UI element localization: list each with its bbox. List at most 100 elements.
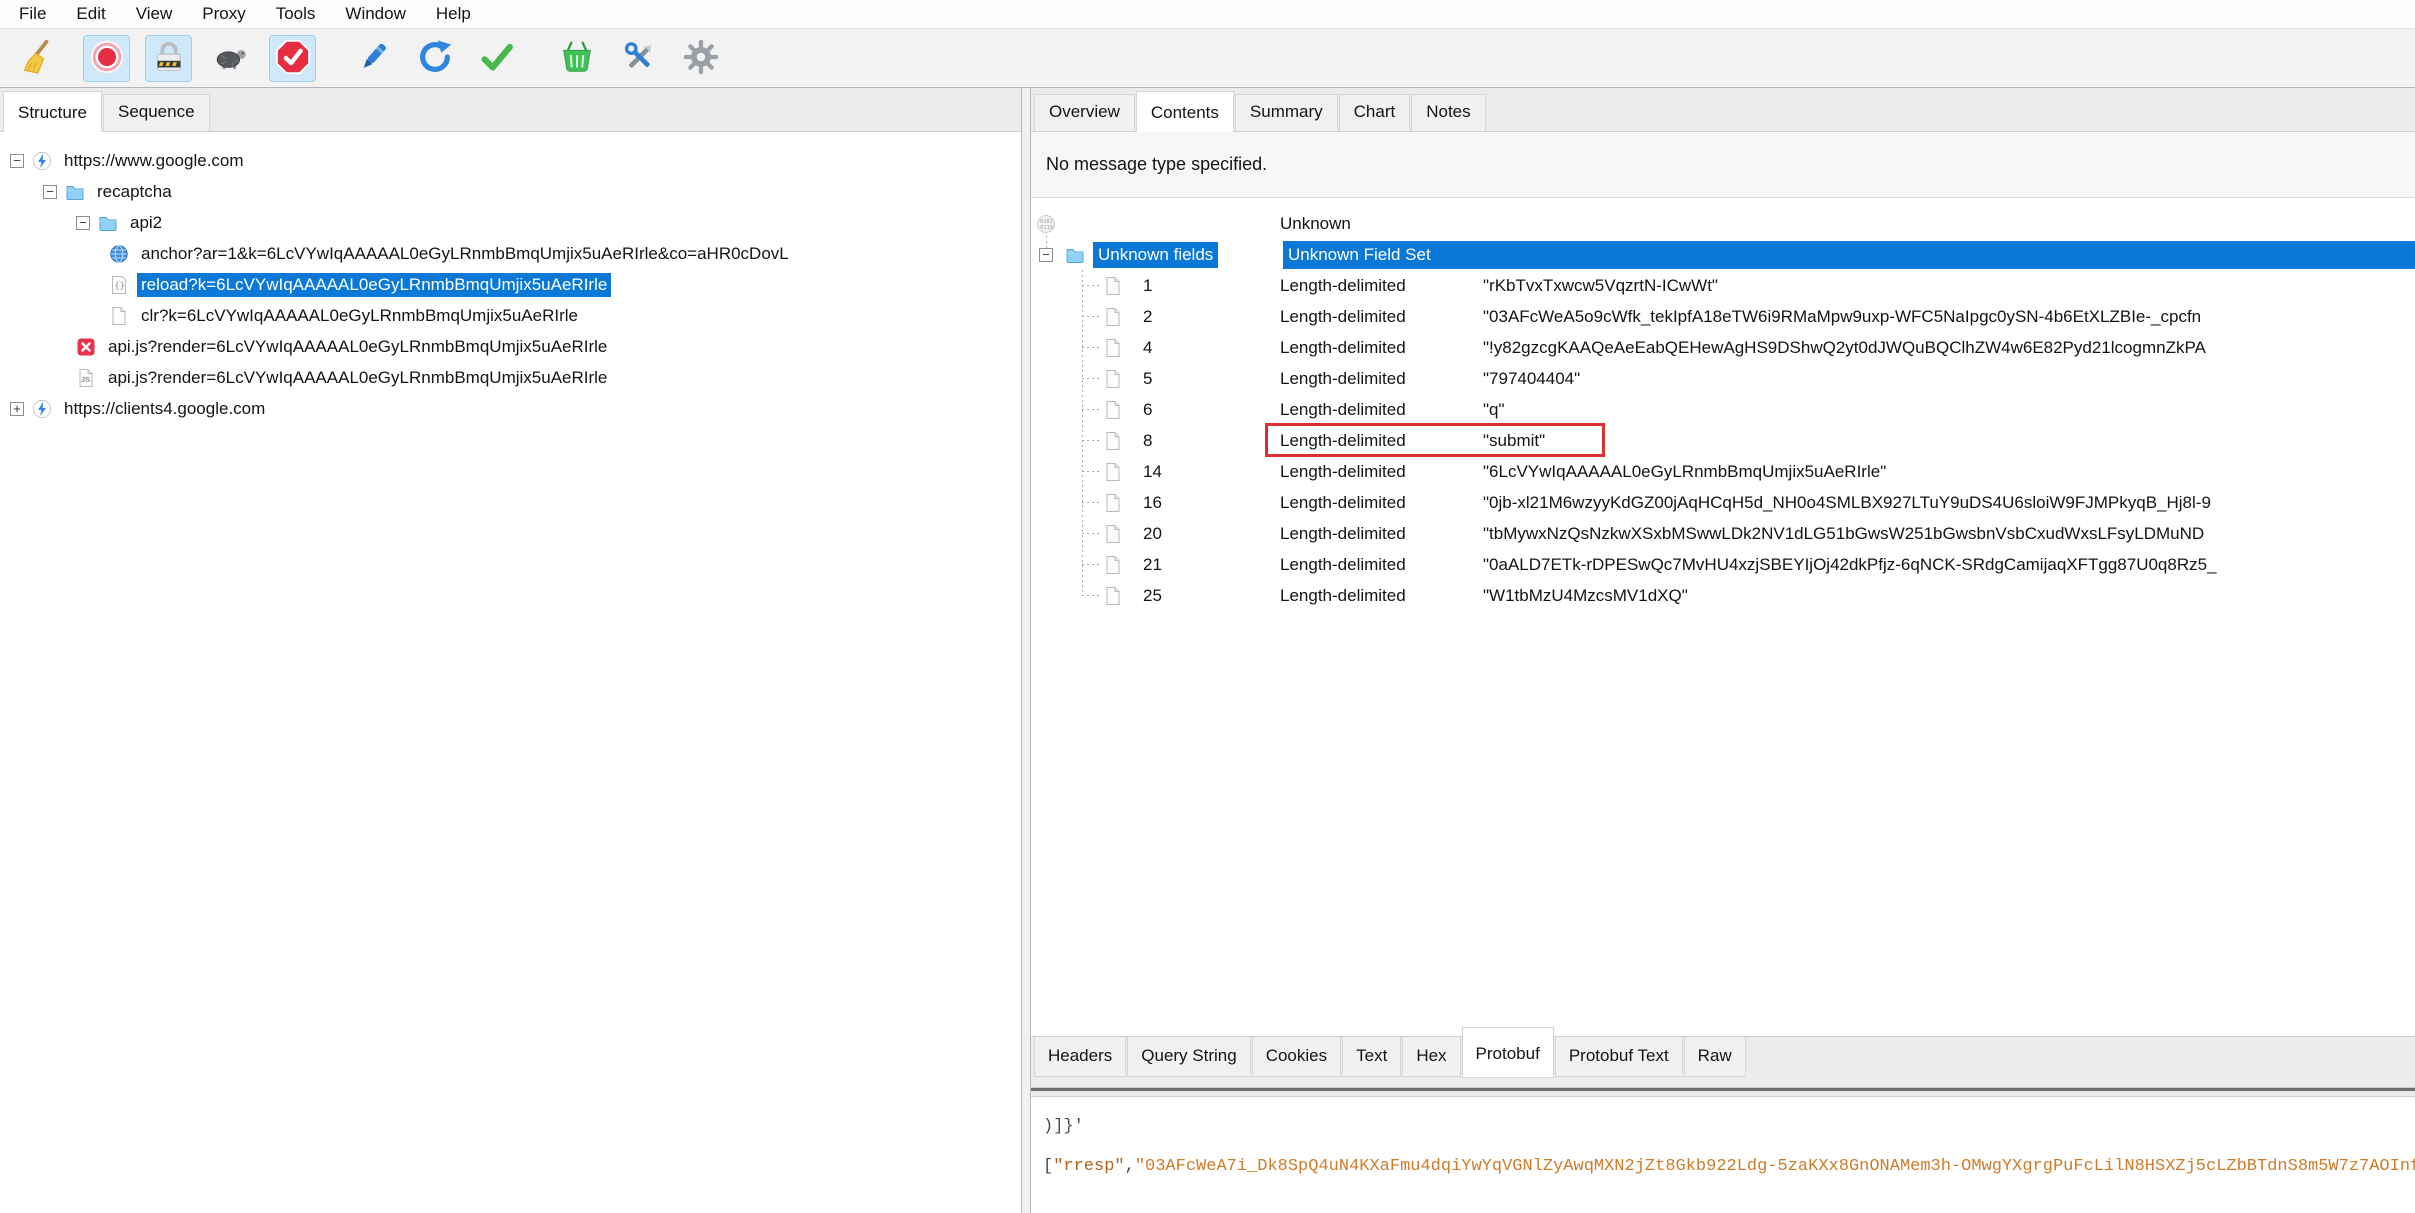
menu-view[interactable]: View bbox=[121, 0, 188, 28]
tree-item[interactable]: −api2 bbox=[0, 207, 1021, 238]
raw-string-token: "03AFcWeA7i_Dk8SpQ4uN4KXaFmu4dqiYwYqVGNl… bbox=[1135, 1157, 2415, 1176]
protobuf-field-row[interactable]: 4Length-delimited"!y82gzcgKAAQeAeEabQEHe… bbox=[1031, 332, 2415, 363]
protobuf-field-row[interactable]: 2Length-delimited"03AFcWeA5o9cWfk_tekIpf… bbox=[1031, 301, 2415, 332]
tab-protobuf[interactable]: Protobuf bbox=[1462, 1027, 1554, 1078]
panel-splitter[interactable] bbox=[1022, 88, 1031, 1213]
protobuf-field-row[interactable]: 25Length-delimited"W1tbMzU4MzcsMV1dXQ" bbox=[1031, 580, 2415, 611]
protobuf-field-number: 21 bbox=[1143, 555, 1162, 575]
protobuf-group-tree-cell: −Unknown fields bbox=[1031, 239, 1280, 270]
tree-item[interactable]: anchor?ar=1&k=6LcVYwIqAAAAAL0eGyLRnmbBmq… bbox=[0, 238, 1021, 269]
tab-hex[interactable]: Hex bbox=[1402, 1037, 1460, 1077]
throttle-button[interactable] bbox=[207, 35, 254, 82]
tree-connector bbox=[1082, 409, 1099, 410]
protobuf-field-type: Length-delimited bbox=[1280, 338, 1483, 358]
page-icon bbox=[1103, 586, 1123, 606]
protobuf-raw-text[interactable]: )]}' ["rresp","03AFcWeA7i_Dk8SpQ4uN4KXaF… bbox=[1031, 1097, 2415, 1213]
expander-plus-icon[interactable]: + bbox=[10, 402, 24, 416]
tab-summary[interactable]: Summary bbox=[1235, 94, 1338, 131]
tools-button[interactable] bbox=[615, 35, 662, 82]
tab-chart[interactable]: Chart bbox=[1339, 94, 1411, 131]
protobuf-field-number: 20 bbox=[1143, 524, 1162, 544]
protobuf-root-value: Unknown bbox=[1280, 214, 1483, 234]
protobuf-field-type: Length-delimited bbox=[1280, 524, 1483, 544]
expander-minus-icon[interactable]: − bbox=[76, 216, 90, 230]
raw-line-2: ["rresp","03AFcWeA7i_Dk8SpQ4uN4KXaFmu4dq… bbox=[1043, 1147, 2415, 1187]
menu-edit[interactable]: Edit bbox=[61, 0, 120, 28]
js-icon: JS bbox=[76, 368, 96, 388]
tree-item[interactable]: {}reload?k=6LcVYwIqAAAAAL0eGyLRnmbBmqUmj… bbox=[0, 269, 1021, 300]
expander-minus-icon[interactable]: − bbox=[10, 154, 24, 168]
expander-minus-icon[interactable]: − bbox=[43, 185, 57, 199]
protobuf-field-type: Length-delimited bbox=[1280, 586, 1483, 606]
protobuf-field-value: "6LcVYwIqAAAAAL0eGyLRnmbBmqUmjix5uAeRIrl… bbox=[1483, 462, 2415, 482]
detail-panel: OverviewContentsSummaryChartNotes No mes… bbox=[1031, 88, 2415, 1213]
notice-bar: No message type specified. bbox=[1031, 132, 2415, 198]
menu-tools[interactable]: Tools bbox=[261, 0, 331, 28]
repeat-button[interactable] bbox=[411, 35, 458, 82]
tab-notes[interactable]: Notes bbox=[1411, 94, 1485, 131]
protobuf-field-row[interactable]: 5Length-delimited"797404404" bbox=[1031, 363, 2415, 394]
menu-bar: FileEditViewProxyToolsWindowHelp bbox=[0, 0, 2415, 29]
charles-proxy-window: FileEditViewProxyToolsWindowHelp Structu… bbox=[0, 0, 2415, 1213]
tab-structure[interactable]: Structure bbox=[3, 91, 102, 132]
menu-window[interactable]: Window bbox=[330, 0, 420, 28]
tree-item[interactable]: clr?k=6LcVYwIqAAAAAL0eGyLRnmbBmqUmjix5uA… bbox=[0, 300, 1021, 331]
protobuf-field-type: Length-delimited bbox=[1280, 307, 1483, 327]
tree-item[interactable]: +https://clients4.google.com bbox=[0, 393, 1021, 424]
tab-query-string[interactable]: Query String bbox=[1127, 1037, 1250, 1077]
external-tools-button[interactable] bbox=[553, 35, 600, 82]
validate-button[interactable] bbox=[473, 35, 520, 82]
refresh-icon bbox=[416, 38, 454, 79]
protobuf-field-number: 6 bbox=[1143, 400, 1152, 420]
tree-item[interactable]: api.js?render=6LcVYwIqAAAAAL0eGyLRnmbBmq… bbox=[0, 331, 1021, 362]
page-icon bbox=[1103, 307, 1123, 327]
protobuf-field-type: Length-delimited bbox=[1280, 493, 1483, 513]
menu-file[interactable]: File bbox=[4, 0, 61, 28]
protobuf-field-row[interactable]: 21Length-delimited"0aALD7ETk-rDPESwQc7Mv… bbox=[1031, 549, 2415, 580]
protobuf-field-row[interactable]: 14Length-delimited"6LcVYwIqAAAAAL0eGyLRn… bbox=[1031, 456, 2415, 487]
breakpoints-button[interactable] bbox=[269, 35, 316, 82]
menu-proxy[interactable]: Proxy bbox=[187, 0, 260, 28]
svg-text:{}: {} bbox=[114, 281, 125, 291]
tree-item[interactable]: JSapi.js?render=6LcVYwIqAAAAAL0eGyLRnmbB… bbox=[0, 362, 1021, 393]
folder-icon bbox=[65, 182, 85, 202]
binary-icon: 01010110 bbox=[1036, 214, 1056, 234]
settings-button[interactable] bbox=[677, 35, 724, 82]
tab-overview[interactable]: Overview bbox=[1034, 94, 1135, 131]
tab-headers[interactable]: Headers bbox=[1034, 1037, 1126, 1077]
protobuf-field-table[interactable]: 01010110 Unknown −Unknown fieldsUnknown Fi… bbox=[1031, 198, 2415, 1036]
page-icon bbox=[1103, 338, 1123, 358]
tab-sequence[interactable]: Sequence bbox=[103, 94, 210, 131]
structure-tree[interactable]: −https://www.google.com−recaptcha−api2an… bbox=[0, 132, 1021, 1213]
tree-connector bbox=[1082, 471, 1099, 472]
clear-session-button[interactable] bbox=[12, 35, 59, 82]
protobuf-field-value: "q" bbox=[1483, 400, 2415, 420]
protobuf-field-row[interactable]: 16Length-delimited"0jb-xl21M6wzyyKdGZ00j… bbox=[1031, 487, 2415, 518]
notice-text: No message type specified. bbox=[1046, 154, 1267, 175]
protobuf-field-type: Length-delimited bbox=[1280, 431, 1483, 451]
protobuf-field-tree-cell: 25 bbox=[1031, 580, 1280, 611]
tab-protobuf-text[interactable]: Protobuf Text bbox=[1555, 1037, 1683, 1077]
svg-text:0110: 0110 bbox=[1040, 225, 1053, 231]
compose-button[interactable] bbox=[349, 35, 396, 82]
ssl-proxying-button[interactable] bbox=[145, 35, 192, 82]
tab-text[interactable]: Text bbox=[1342, 1037, 1401, 1077]
turtle-icon bbox=[212, 38, 250, 79]
protobuf-field-row[interactable]: 8Length-delimited"submit" bbox=[1031, 425, 2415, 456]
response-splitter[interactable] bbox=[1031, 1088, 2415, 1097]
tree-item[interactable]: −recaptcha bbox=[0, 176, 1021, 207]
lightning-icon bbox=[32, 399, 52, 419]
tab-raw[interactable]: Raw bbox=[1684, 1037, 1746, 1077]
protobuf-group-row[interactable]: −Unknown fieldsUnknown Field Set bbox=[1031, 239, 2415, 270]
tab-contents[interactable]: Contents bbox=[1136, 91, 1234, 132]
protobuf-field-type: Length-delimited bbox=[1280, 276, 1483, 296]
protobuf-field-row[interactable]: 6Length-delimited"q" bbox=[1031, 394, 2415, 425]
protobuf-root-row[interactable]: 01010110 Unknown bbox=[1031, 208, 2415, 239]
tab-cookies[interactable]: Cookies bbox=[1252, 1037, 1341, 1077]
tree-item[interactable]: −https://www.google.com bbox=[0, 145, 1021, 176]
record-button[interactable] bbox=[83, 35, 130, 82]
menu-help[interactable]: Help bbox=[421, 0, 486, 28]
document-icon bbox=[109, 306, 129, 326]
protobuf-field-row[interactable]: 20Length-delimited"tbMywxNzQsNzkwXSxbMSw… bbox=[1031, 518, 2415, 549]
protobuf-field-row[interactable]: 1Length-delimited"rKbTvxTxwcw5VqzrtN-ICw… bbox=[1031, 270, 2415, 301]
